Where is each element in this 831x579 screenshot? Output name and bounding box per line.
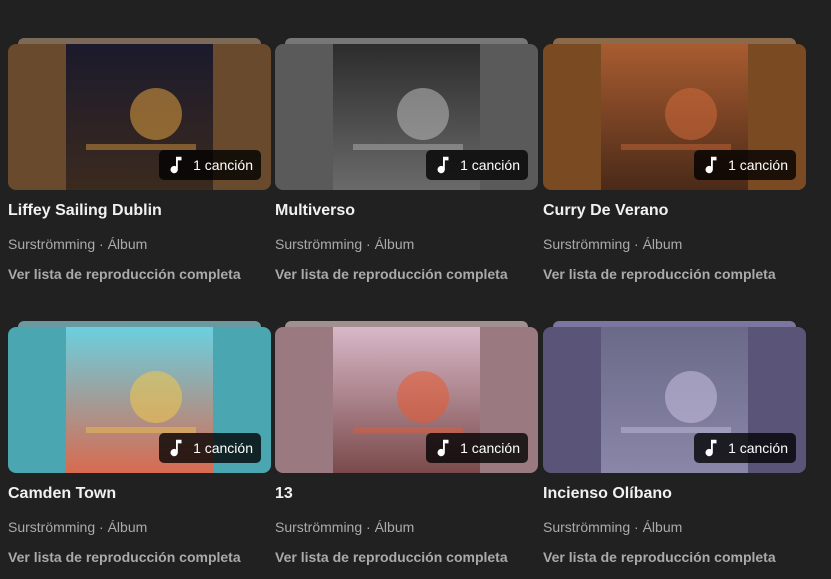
playlist-type: Álbum (642, 519, 683, 535)
view-full-playlist-link[interactable]: Ver lista de reproducción completa (8, 549, 241, 565)
playlist-meta: Surströmming · Álbum (275, 519, 414, 535)
song-count-badge: 1 canción (426, 150, 528, 180)
view-full-playlist-link[interactable]: Ver lista de reproducción completa (8, 266, 241, 282)
playlist-thumbnail[interactable]: 1 canción (543, 321, 806, 473)
playlist-type: Álbum (374, 236, 415, 252)
playlist-thumbnail[interactable]: 1 canción (543, 38, 806, 190)
song-count: 1 canción (728, 440, 788, 456)
playlist-meta: Surströmming · Álbum (543, 519, 682, 535)
thumbnail-image: 1 canción (543, 327, 806, 473)
playlist-title[interactable]: Curry De Verano (543, 202, 668, 220)
song-count: 1 canción (460, 440, 520, 456)
artist-link[interactable]: Surströmming (275, 236, 362, 252)
artist-link[interactable]: Surströmming (543, 519, 630, 535)
song-count: 1 canción (728, 157, 788, 173)
thumbnail-image: 1 canción (8, 327, 271, 473)
view-full-playlist-link[interactable]: Ver lista de reproducción completa (275, 266, 508, 282)
meta-separator: · (362, 519, 375, 535)
playlist-title[interactable]: Incienso Olíbano (543, 485, 672, 503)
playlist-meta: Surströmming · Álbum (8, 236, 147, 252)
music-note-icon (705, 156, 717, 174)
playlist-type: Álbum (107, 236, 148, 252)
playlist-thumbnail[interactable]: 1 canción (8, 38, 271, 190)
thumbnail-image: 1 canción (275, 327, 538, 473)
playlist-meta: Surströmming · Álbum (275, 236, 414, 252)
song-count-badge: 1 canción (159, 150, 261, 180)
music-note-icon (170, 156, 182, 174)
meta-separator: · (630, 236, 643, 252)
song-count-badge: 1 canción (694, 150, 796, 180)
music-note-icon (170, 439, 182, 457)
thumbnail-image: 1 canción (275, 44, 538, 190)
thumbnail-image: 1 canción (543, 44, 806, 190)
playlist-title[interactable]: Liffey Sailing Dublin (8, 202, 162, 220)
music-note-icon (705, 439, 717, 457)
thumbnail-image: 1 canción (8, 44, 271, 190)
playlist-meta: Surströmming · Álbum (543, 236, 682, 252)
view-full-playlist-link[interactable]: Ver lista de reproducción completa (543, 266, 776, 282)
artist-link[interactable]: Surströmming (275, 519, 362, 535)
meta-separator: · (95, 236, 108, 252)
song-count: 1 canción (193, 157, 253, 173)
song-count: 1 canción (460, 157, 520, 173)
view-full-playlist-link[interactable]: Ver lista de reproducción completa (275, 549, 508, 565)
music-note-icon (437, 439, 449, 457)
playlist-title[interactable]: Multiverso (275, 202, 355, 220)
playlist-type: Álbum (374, 519, 415, 535)
playlist-grid: 1 canción Liffey Sailing Dublin Surström… (0, 0, 831, 579)
meta-separator: · (95, 519, 108, 535)
artist-link[interactable]: Surströmming (8, 519, 95, 535)
song-count: 1 canción (193, 440, 253, 456)
playlist-thumbnail[interactable]: 1 canción (275, 38, 538, 190)
artist-link[interactable]: Surströmming (543, 236, 630, 252)
playlist-thumbnail[interactable]: 1 canción (275, 321, 538, 473)
meta-separator: · (630, 519, 643, 535)
playlist-title[interactable]: 13 (275, 485, 293, 503)
song-count-badge: 1 canción (426, 433, 528, 463)
playlist-type: Álbum (107, 519, 148, 535)
playlist-type: Álbum (642, 236, 683, 252)
playlist-title[interactable]: Camden Town (8, 485, 116, 503)
meta-separator: · (362, 236, 375, 252)
music-note-icon (437, 156, 449, 174)
playlist-thumbnail[interactable]: 1 canción (8, 321, 271, 473)
playlist-meta: Surströmming · Álbum (8, 519, 147, 535)
view-full-playlist-link[interactable]: Ver lista de reproducción completa (543, 549, 776, 565)
artist-link[interactable]: Surströmming (8, 236, 95, 252)
song-count-badge: 1 canción (159, 433, 261, 463)
song-count-badge: 1 canción (694, 433, 796, 463)
